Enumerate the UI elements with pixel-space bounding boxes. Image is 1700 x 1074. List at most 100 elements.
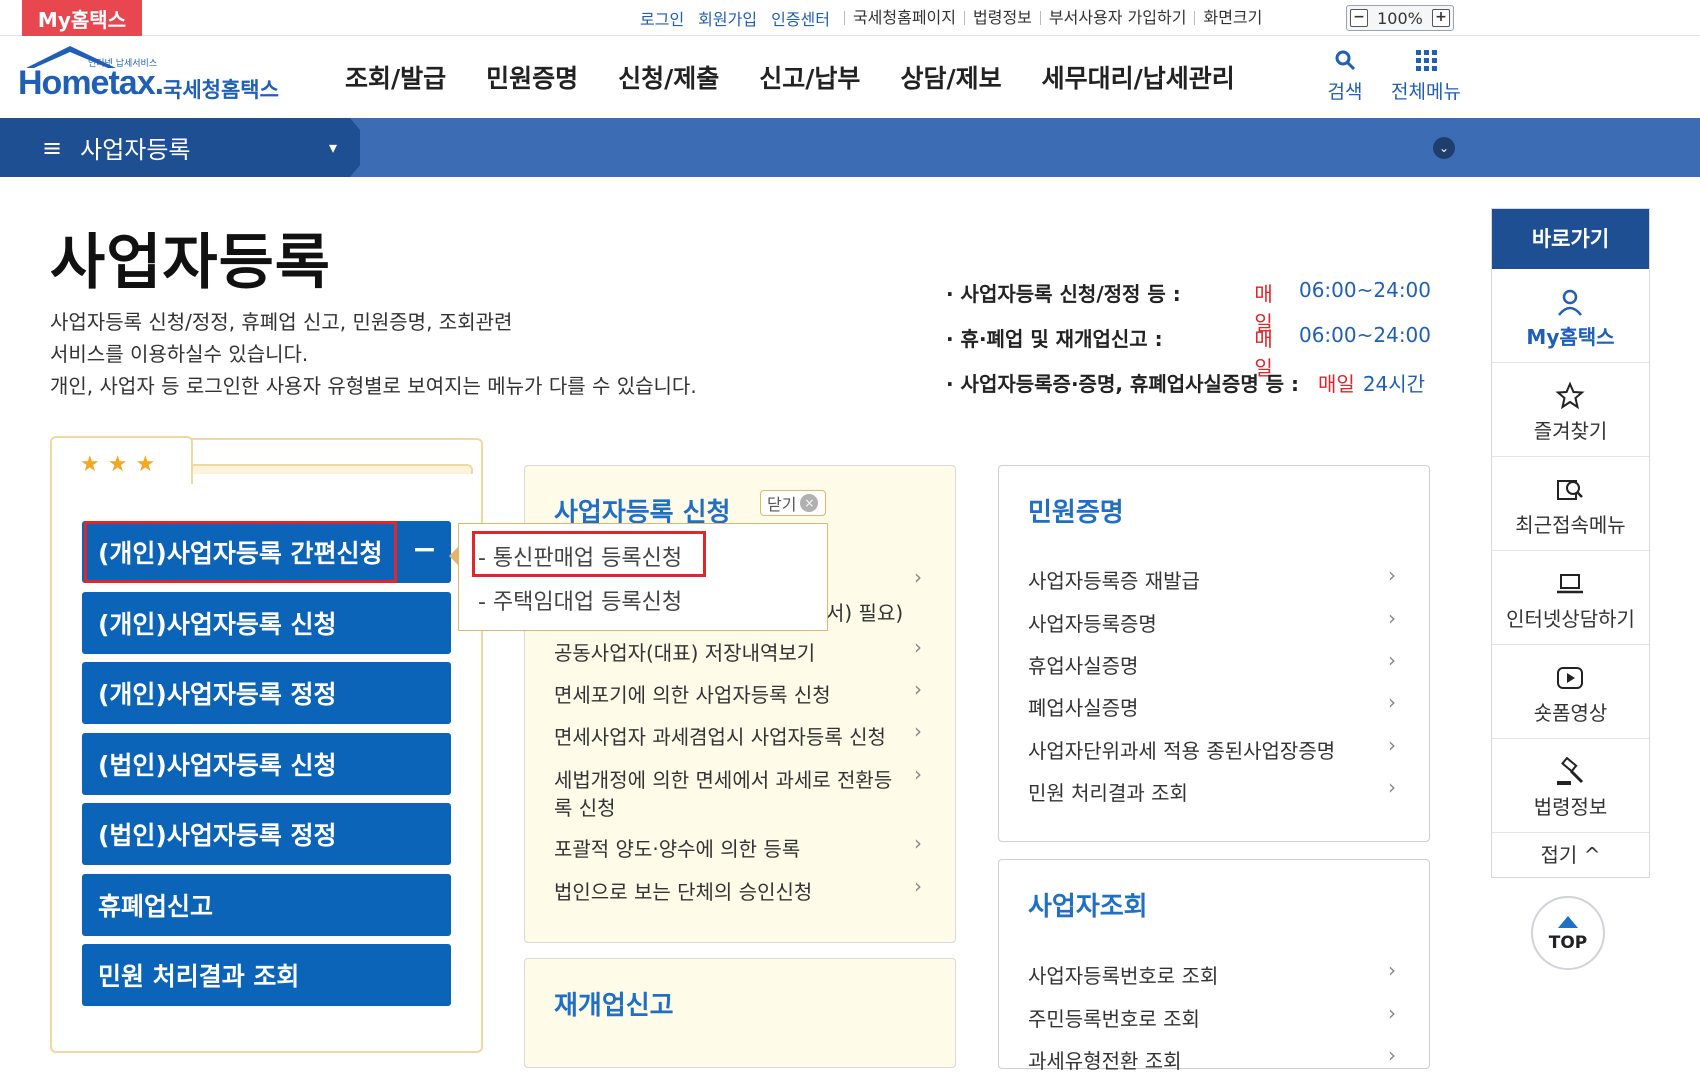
nav-inquiry-issue[interactable]: 조회/발급 (345, 59, 446, 95)
signup-link[interactable]: 회원가입 (698, 6, 757, 30)
list-item[interactable]: 주민등록번호로 조회 (1028, 1003, 1200, 1032)
quick-law-info[interactable]: 법령정보 (1492, 739, 1649, 833)
nts-homepage-link[interactable]: 국세청홈페이지 (843, 10, 964, 26)
all-menu-button[interactable]: 전체메뉴 (1384, 48, 1468, 104)
grid-menu-icon (1416, 50, 1437, 71)
search-label: 검색 (1327, 81, 1363, 103)
chevron-right-icon: › (1388, 733, 1396, 757)
list-item[interactable]: 사업자단위과세 적용 종된사업장증명 (1028, 735, 1335, 764)
hours-label: · 휴·폐업 및 재개업신고 : (946, 327, 1163, 351)
caret-up-icon (1558, 916, 1578, 928)
my-hometax-button[interactable]: My홈택스 (22, 0, 142, 36)
nav-tax-agent[interactable]: 세무대리/납세관리 (1042, 59, 1235, 95)
list-item[interactable]: 사업자등록번호로 조회 (1028, 960, 1218, 989)
dept-user-signup-link[interactable]: 부서사용자 가입하기 (1039, 10, 1195, 26)
quick-label: 숏폼영상 (1533, 701, 1608, 725)
quick-label: 즐겨찾기 (1533, 419, 1608, 443)
chevron-right-icon: › (1388, 1043, 1396, 1067)
corporate-correct-button[interactable]: (법인)사업자등록 정정 (82, 803, 451, 865)
sub-nav-bar: ≡ 사업자등록 ▾ ⌄ (0, 118, 1700, 177)
hours-row: · 사업자등록 신청/정정 등 : 매일 06:00~24:00 (946, 278, 1431, 335)
nav-civil-cert[interactable]: 민원증명 (486, 59, 578, 95)
desc-line: 사업자등록 신청/정정, 휴폐업 신고, 민원증명, 조회관련 (50, 310, 513, 334)
list-item[interactable]: 폐업사실증명 (1028, 692, 1138, 721)
close-button[interactable]: 닫기 × (760, 490, 826, 516)
hours-time: 06:00~24:00 (1298, 278, 1431, 302)
recent-search-icon (1557, 480, 1583, 500)
fold-button[interactable]: 접기 ^ (1492, 833, 1649, 877)
individual-correct-button[interactable]: (개인)사업자등록 정정 (82, 662, 451, 724)
list-item[interactable]: 공동사업자(대표) 저장내역보기 (554, 637, 815, 666)
quick-my-hometax[interactable]: My홈택스 (1492, 269, 1649, 363)
list-item[interactable]: 면세사업자 과세겸업시 사업자등록 신청 (554, 721, 886, 750)
list-item[interactable]: 사업자등록증명 (1028, 608, 1157, 637)
desc-line: 서비스를 이용하실수 있습니다. (50, 342, 309, 366)
cert-panel-title: 민원증명 (1028, 498, 1124, 528)
chevron-right-icon: › (1388, 775, 1396, 799)
search-icon (1335, 50, 1356, 71)
expand-icon[interactable]: ⌄ (1433, 137, 1455, 159)
hometax-logo[interactable]: 인터넷 납세서비스 Hometax. 국세청홈택스 (18, 44, 298, 110)
law-info-link[interactable]: 법령정보 (964, 10, 1040, 26)
nav-report-pay[interactable]: 신고/납부 (759, 59, 860, 95)
quick-favorites[interactable]: 즐겨찾기 (1492, 363, 1649, 457)
header: 인터넷 납세서비스 Hometax. 국세청홈택스 조회/발급 민원증명 신청/… (0, 36, 1700, 118)
list-item[interactable]: 포괄적 양도·양수에 의한 등록 (554, 833, 800, 862)
hours-row: · 사업자등록증·증명, 휴폐업사실증명 등 : 매일 24시간 (946, 368, 1431, 413)
quick-menu: 바로가기 My홈택스 즐겨찾기 최근접속메뉴 인터넷상담하기 숏폼영상 법령정보… (1491, 208, 1650, 878)
zoom-out-button[interactable]: − (1350, 9, 1368, 27)
quick-recent-menu[interactable]: 최근접속메뉴 (1492, 457, 1649, 551)
list-item[interactable]: 사업자등록증 재발급 (1028, 565, 1200, 594)
page-title: 사업자등록 (50, 228, 331, 298)
popup-item-housing-rental[interactable]: - 주택임대업 등록신청 (478, 584, 682, 616)
close-icon: × (800, 494, 819, 512)
closure-report-button[interactable]: 휴폐업신고 (82, 874, 451, 936)
user-icon (1558, 289, 1582, 316)
list-item[interactable]: 과세유형전환 조회 (1028, 1045, 1182, 1074)
chevron-right-icon: › (1388, 563, 1396, 587)
quick-short-video[interactable]: 숏폼영상 (1492, 645, 1649, 739)
hours-label: · 사업자등록 신청/정정 등 : (946, 282, 1181, 306)
chevron-right-icon: › (914, 719, 922, 743)
gavel-icon (1557, 757, 1584, 785)
all-menu-label: 전체메뉴 (1391, 81, 1461, 103)
quick-label: My홈택스 (1526, 325, 1615, 349)
chevron-right-icon: › (914, 635, 922, 659)
list-item[interactable]: 민원 처리결과 조회 (1028, 777, 1188, 806)
partial-item-text: 서) 필요) (826, 601, 904, 625)
search-button[interactable]: 검색 (1320, 48, 1370, 104)
list-item[interactable]: 세법개정에 의한 면세에서 과세로 전환등 (554, 764, 892, 793)
list-item[interactable]: 법인으로 보는 단체의 승인신청 (554, 876, 812, 905)
hamburger-icon: ≡ (42, 133, 63, 162)
chevron-right-icon: › (914, 874, 922, 898)
highlight-box (84, 521, 397, 583)
screen-size-label: 화면크기 (1194, 10, 1270, 26)
hours-day: 매일 (1254, 327, 1273, 380)
hours-label: · 사업자등록증·증명, 휴폐업사실증명 등 : (946, 372, 1300, 396)
nav-apply-submit[interactable]: 신청/제출 (618, 59, 719, 95)
chevron-right-icon: › (914, 677, 922, 701)
utility-links: 로그인 회원가입 인증센터 국세청홈페이지 법령정보 부서사용자 가입하기 화면… (640, 0, 1270, 36)
page-description: 사업자등록 신청/정정, 휴폐업 신고, 민원증명, 조회관련 서비스를 이용하… (50, 306, 697, 402)
desc-line: 개인, 사업자 등 로그인한 사용자 유형별로 보여지는 메뉴가 다를 수 있습… (50, 374, 697, 398)
hours-day: 매일 (1254, 282, 1273, 335)
scroll-top-button[interactable]: TOP (1531, 896, 1605, 970)
civil-result-button[interactable]: 민원 처리결과 조회 (82, 944, 451, 1006)
list-item[interactable]: 휴업사실증명 (1028, 650, 1138, 679)
close-label: 닫기 (767, 495, 797, 514)
sub-nav-title-area[interactable]: ≡ 사업자등록 ▾ (42, 118, 337, 177)
login-link[interactable]: 로그인 (640, 6, 684, 30)
collapse-icon[interactable]: − (398, 521, 451, 583)
zoom-value: 100% (1377, 8, 1423, 28)
corporate-apply-button[interactable]: (법인)사업자등록 신청 (82, 733, 451, 795)
service-hours: · 사업자등록 신청/정정 등 : 매일 06:00~24:00 · 휴·폐업 … (946, 278, 1431, 413)
zoom-in-button[interactable]: + (1432, 9, 1450, 27)
nav-consult-report[interactable]: 상담/제보 (900, 59, 1001, 95)
individual-apply-button[interactable]: (개인)사업자등록 신청 (82, 592, 451, 654)
chevron-right-icon: › (914, 565, 922, 589)
list-item[interactable]: 면세포기에 의한 사업자등록 신청 (554, 679, 831, 708)
top-label: TOP (1548, 933, 1588, 953)
hours-time: 06:00~24:00 (1298, 323, 1431, 347)
quick-online-consult[interactable]: 인터넷상담하기 (1492, 551, 1649, 645)
cert-center-link[interactable]: 인증센터 (771, 6, 830, 30)
